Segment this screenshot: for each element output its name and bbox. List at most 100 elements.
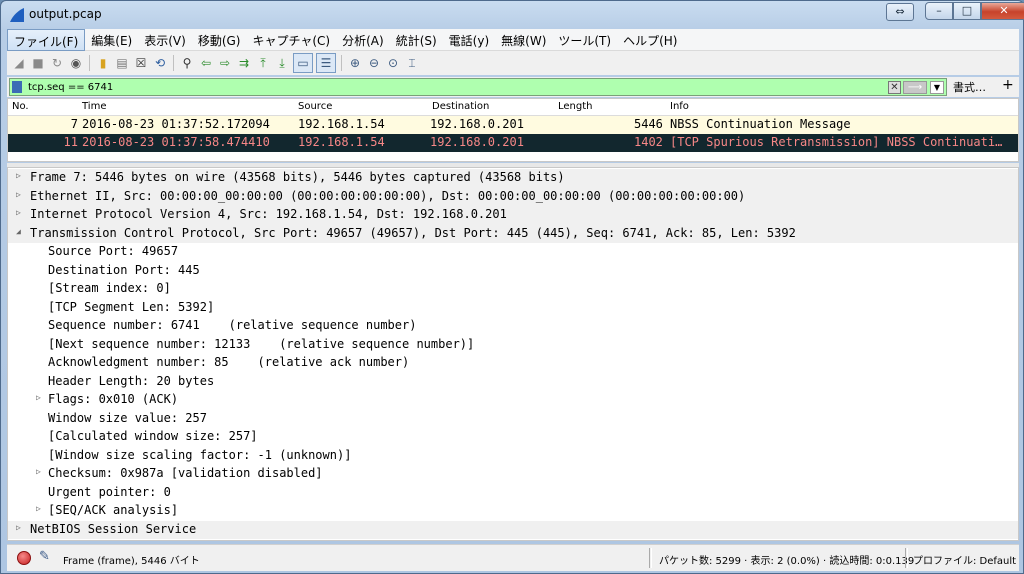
collapse-arrow-icon[interactable]: ◢ xyxy=(16,227,21,236)
menu-wireless[interactable]: 無線(W) xyxy=(495,29,552,51)
detail-line[interactable]: ▷ Ethernet II, Src: 00:00:00_00:00:00 (00… xyxy=(8,187,1018,206)
forward-icon[interactable]: ⇨ xyxy=(217,55,233,71)
packet-time: 2016-08-23 01:37:58.474410 xyxy=(82,135,270,149)
detail-line[interactable]: Sequence number: 6741 (relative sequence… xyxy=(8,317,1018,336)
expand-arrow-icon[interactable]: ▷ xyxy=(16,190,21,199)
stop-icon[interactable]: ■ xyxy=(30,55,46,71)
back-icon[interactable]: ⇦ xyxy=(198,55,214,71)
save-icon[interactable]: ▤ xyxy=(114,55,130,71)
resize-columns-icon[interactable]: ⌶ xyxy=(404,55,420,71)
apply-filter-icon[interactable]: ⟶ xyxy=(903,81,927,94)
detail-line[interactable]: [TCP Segment Len: 5392] xyxy=(8,299,1018,318)
detail-line[interactable]: Acknowledgment number: 85 (relative ack … xyxy=(8,354,1018,373)
column-no[interactable]: No. xyxy=(12,101,29,112)
clear-filter-icon[interactable]: ✕ xyxy=(888,81,901,94)
menu-edit[interactable]: 編集(E) xyxy=(85,29,138,51)
column-destination[interactable]: Destination xyxy=(432,101,489,112)
shark-fin-start-icon[interactable]: ◢ xyxy=(11,55,27,71)
goto-icon[interactable]: ⇉ xyxy=(236,55,252,71)
packet-length: 5446 xyxy=(634,117,663,131)
detail-text: Header Length: 20 bytes xyxy=(48,373,215,388)
detail-line[interactable]: Header Length: 20 bytes xyxy=(8,373,1018,392)
detail-line[interactable]: [Stream index: 0] xyxy=(8,280,1018,299)
menu-bar: ファイル(F) 編集(E) 表示(V) 移動(G) キャプチャ(C) 分析(A)… xyxy=(7,29,1019,51)
minimize-button[interactable]: – xyxy=(925,2,953,20)
packet-row-selected[interactable]: 11 2016-08-23 01:37:58.474410 192.168.1.… xyxy=(8,134,1018,152)
close-button[interactable]: ✕ xyxy=(981,2,1024,20)
menu-telephony[interactable]: 電話(y) xyxy=(443,29,495,51)
column-length[interactable]: Length xyxy=(558,101,593,112)
menu-view[interactable]: 表示(V) xyxy=(138,29,192,51)
column-info[interactable]: Info xyxy=(670,101,689,112)
menu-statistics[interactable]: 統計(S) xyxy=(390,29,443,51)
maximize-button[interactable]: □ xyxy=(953,2,981,20)
detail-line[interactable]: Window size value: 257 xyxy=(8,410,1018,429)
add-filter-button[interactable]: + xyxy=(1002,77,1014,93)
first-icon[interactable]: ⤒ xyxy=(255,55,271,71)
detail-line[interactable]: ▷ Frame 7: 5446 bytes on wire (43568 bits… xyxy=(8,169,1018,188)
status-bar: ✎ Frame (frame), 5446 バイト パケット数: 5299 · … xyxy=(7,544,1019,571)
detail-text: Acknowledgment number: 85 (relative ack … xyxy=(48,355,410,369)
menu-help[interactable]: ヘルプ(H) xyxy=(617,29,683,51)
detail-line[interactable]: Source Port: 49657 xyxy=(8,243,1018,262)
detail-line[interactable]: [Window size scaling factor: -1 (unknown… xyxy=(8,447,1018,466)
window-title: output.pcap xyxy=(29,7,102,21)
detail-line[interactable]: ◢ Transmission Control Protocol, Src Port… xyxy=(8,224,1018,243)
expand-arrow-icon[interactable]: ▷ xyxy=(16,523,21,532)
detail-line[interactable]: ▷ Checksum: 0x987a [validation disabled] xyxy=(8,465,1018,484)
expand-arrow-icon[interactable]: ▷ xyxy=(36,467,41,476)
menu-tools[interactable]: ツール(T) xyxy=(552,29,617,51)
menu-go[interactable]: 移動(G) xyxy=(192,29,247,51)
packet-info: NBSS Continuation Message xyxy=(670,117,851,131)
main-toolbar: ◢ ■ ↻ ◉ ▮ ▤ ☒ ⟲ ⚲ ⇦ ⇨ ⇉ ⤒ ⤓ ▭ ☰ ⊕ ⊖ ⊙ ⌶ xyxy=(7,51,1019,75)
open-icon[interactable]: ▮ xyxy=(95,55,111,71)
bookmark-icon[interactable] xyxy=(12,81,22,93)
capture-comment-icon[interactable]: ✎ xyxy=(39,549,50,564)
detail-line[interactable]: [Calculated window size: 257] xyxy=(8,428,1018,447)
wireshark-fin-icon xyxy=(10,8,24,22)
status-profile[interactable]: プロファイル: Default xyxy=(913,552,1016,567)
detail-line[interactable]: ▷ NetBIOS Session Service xyxy=(8,520,1018,539)
restart-icon[interactable]: ↻ xyxy=(49,55,65,71)
column-time[interactable]: Time xyxy=(82,101,106,112)
expand-arrow-icon[interactable]: ▷ xyxy=(36,393,41,402)
expert-info-icon[interactable] xyxy=(17,551,31,565)
detail-line[interactable]: Destination Port: 445 xyxy=(8,262,1018,281)
packet-time: 2016-08-23 01:37:52.172094 xyxy=(82,117,270,131)
filter-bar: ✕ ⟶ ▼ 書式… + xyxy=(7,77,1019,97)
expand-arrow-icon[interactable]: ▷ xyxy=(16,171,21,180)
detail-line[interactable]: ▷ Flags: 0x010 (ACK) xyxy=(8,391,1018,410)
autoscroll-icon[interactable]: ▭ xyxy=(293,53,313,73)
zoom-normal-icon[interactable]: ⊙ xyxy=(385,55,401,71)
menu-file[interactable]: ファイル(F) xyxy=(7,29,86,51)
window-extra-button[interactable]: ⇔ xyxy=(886,3,914,21)
zoom-in-icon[interactable]: ⊕ xyxy=(347,55,363,71)
expand-arrow-icon[interactable]: ▷ xyxy=(16,208,21,217)
status-packet-counts: パケット数: 5299 · 表示: 2 (0.0%) · 読込時間: 0:0.1… xyxy=(659,556,915,567)
detail-text: [Window size scaling factor: -1 (unknown… xyxy=(48,447,352,462)
last-icon[interactable]: ⤓ xyxy=(274,55,290,71)
expression-button[interactable]: 書式… xyxy=(953,79,986,95)
reload-icon[interactable]: ⟲ xyxy=(152,55,168,71)
options-icon[interactable]: ◉ xyxy=(68,55,84,71)
menu-analyze[interactable]: 分析(A) xyxy=(336,29,390,51)
filter-input[interactable] xyxy=(28,80,888,94)
detail-line[interactable]: ▷ Internet Protocol Version 4, Src: 192.1… xyxy=(8,206,1018,225)
filter-history-dropdown[interactable]: ▼ xyxy=(930,81,944,94)
zoom-out-icon[interactable]: ⊖ xyxy=(366,55,382,71)
detail-text: [Stream index: 0] xyxy=(48,281,171,295)
detail-line[interactable]: ▷ [SEQ/ACK analysis] xyxy=(8,502,1018,521)
detail-text: Window size value: 257 xyxy=(48,410,207,425)
detail-text: Destination Port: 445 xyxy=(48,262,200,277)
close-file-icon[interactable]: ☒ xyxy=(133,55,149,71)
expand-arrow-icon[interactable]: ▷ xyxy=(36,504,41,513)
detail-line[interactable]: [Next sequence number: 12133 (relative s… xyxy=(8,336,1018,355)
colorize-icon[interactable]: ☰ xyxy=(316,53,336,73)
detail-line[interactable]: Urgent pointer: 0 xyxy=(8,484,1018,503)
menu-capture[interactable]: キャプチャ(C) xyxy=(246,29,336,51)
detail-text: NetBIOS Session Service xyxy=(30,521,197,536)
packet-row[interactable]: 7 2016-08-23 01:37:52.172094 192.168.1.5… xyxy=(8,116,1018,134)
column-source[interactable]: Source xyxy=(298,101,332,112)
status-field-info: Frame (frame), 5446 バイト xyxy=(63,556,200,567)
find-icon[interactable]: ⚲ xyxy=(179,55,195,71)
